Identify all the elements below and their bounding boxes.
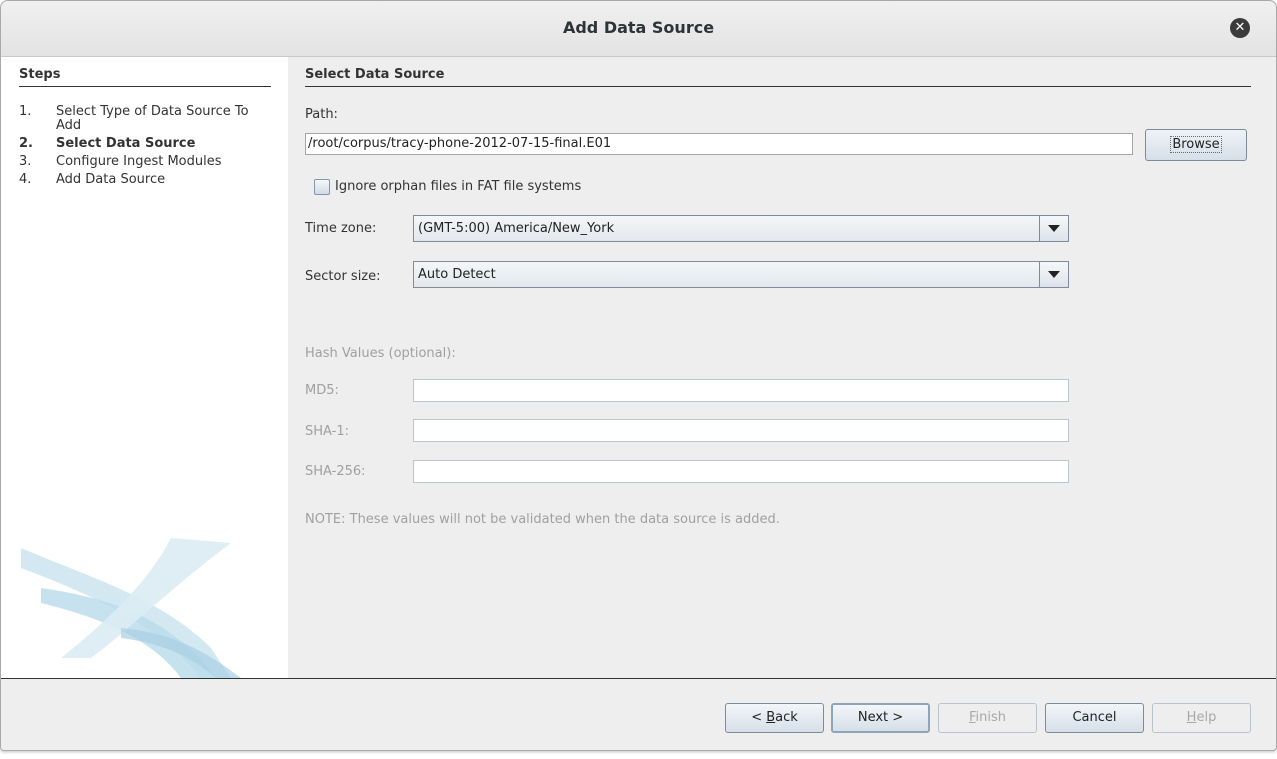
step-label: Add Data Source xyxy=(56,172,166,187)
ignore-orphan-label[interactable]: Ignore orphan files in FAT file systems xyxy=(335,179,581,194)
hash-values-header: Hash Values (optional): xyxy=(305,346,456,361)
sector-size-selected-value: Auto Detect xyxy=(418,267,496,282)
finish-button-rest: inish xyxy=(975,710,1007,725)
timezone-dropdown-button[interactable] xyxy=(1039,216,1068,241)
step-label: Select Data Source xyxy=(56,136,196,151)
timezone-select[interactable]: (GMT-5:00) America/New_York xyxy=(413,215,1069,242)
timezone-label: Time zone: xyxy=(305,221,377,236)
browse-button[interactable]: Browse xyxy=(1145,129,1247,161)
step-item-4: 4. Add Data Source xyxy=(19,173,274,187)
step-item-1: 1. Select Type of Data Source To Add xyxy=(19,105,274,133)
step-item-3: 3. Configure Ingest Modules xyxy=(19,155,274,169)
section-title: Select Data Source xyxy=(305,67,1251,87)
add-data-source-dialog: Add Data Source ✕ Steps 1. Select Type of… xyxy=(0,0,1277,751)
sha256-label: SHA-256: xyxy=(305,464,366,479)
steps-list: 1. Select Type of Data Source To Add 2. Se… xyxy=(19,105,274,191)
dialog-title: Add Data Source xyxy=(562,18,715,37)
step-number: 1. xyxy=(19,104,32,119)
step-label: Select Type of Data Source To Add xyxy=(56,104,249,133)
help-button[interactable]: Help xyxy=(1152,703,1251,733)
steps-panel: Steps 1. Select Type of Data Source To Ad… xyxy=(1,57,288,678)
sector-size-label: Sector size: xyxy=(305,269,381,284)
ignore-orphan-checkbox[interactable] xyxy=(314,179,330,195)
help-button-mnemonic: H xyxy=(1186,710,1197,725)
sector-size-select[interactable]: Auto Detect xyxy=(413,261,1069,288)
data-source-form-panel: Select Data Source Path: /root/corpus/tr… xyxy=(289,57,1276,678)
chevron-down-icon xyxy=(1048,225,1060,232)
md5-label: MD5: xyxy=(305,383,339,398)
sha1-input[interactable] xyxy=(413,419,1069,442)
sector-size-dropdown-button[interactable] xyxy=(1039,262,1068,287)
step-number: 4. xyxy=(19,172,32,187)
button-bar: < Back Next > Finish Cancel Help xyxy=(1,678,1276,750)
steps-header: Steps xyxy=(19,67,271,87)
back-button-mnemonic: B xyxy=(766,710,776,725)
chevron-down-icon xyxy=(1048,271,1060,278)
sha256-input[interactable] xyxy=(413,460,1069,483)
sha1-label: SHA-1: xyxy=(305,424,349,439)
close-icon[interactable]: ✕ xyxy=(1230,18,1250,38)
step-number: 2. xyxy=(19,136,33,151)
back-button-prefix: < xyxy=(751,710,767,725)
back-button[interactable]: < Back xyxy=(725,703,824,733)
back-button-rest: ack xyxy=(775,710,798,725)
md5-input[interactable] xyxy=(413,379,1069,402)
finish-button[interactable]: Finish xyxy=(938,703,1037,733)
browse-button-label: Browse xyxy=(1170,136,1222,153)
path-label: Path: xyxy=(305,107,338,122)
title-bar: Add Data Source ✕ xyxy=(1,1,1276,57)
cancel-button[interactable]: Cancel xyxy=(1045,703,1144,733)
path-input[interactable]: /root/corpus/tracy-phone-2012-07-15-fina… xyxy=(305,133,1133,155)
step-label: Configure Ingest Modules xyxy=(56,154,222,169)
help-button-rest: elp xyxy=(1196,710,1217,725)
next-button[interactable]: Next > xyxy=(831,703,930,733)
step-item-2: 2. Select Data Source xyxy=(19,137,274,151)
step-number: 3. xyxy=(19,154,32,169)
hash-note: NOTE: These values will not be validated… xyxy=(305,512,780,527)
timezone-selected-value: (GMT-5:00) America/New_York xyxy=(418,221,615,236)
decorative-swoosh-graphic xyxy=(21,538,241,678)
